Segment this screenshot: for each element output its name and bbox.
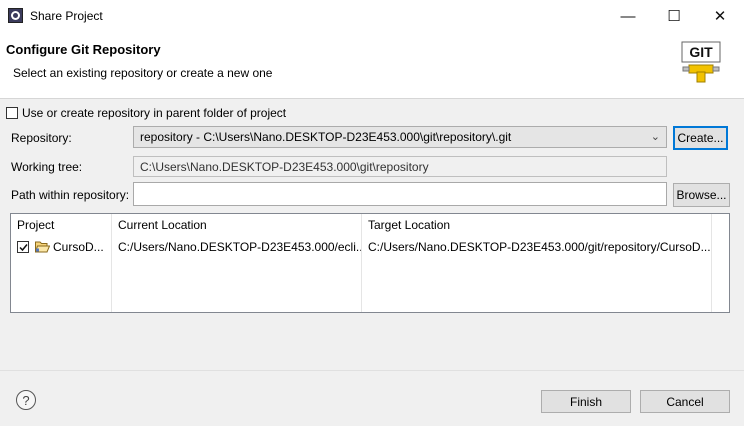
chevron-down-icon: ⌄ — [650, 131, 660, 143]
path-input[interactable] — [133, 182, 667, 206]
close-icon: ✕ — [713, 8, 727, 25]
help-glyph: ? — [22, 392, 30, 408]
maximize-button[interactable]: ☐ — [651, 0, 697, 32]
minimize-icon: — — [620, 7, 636, 25]
parent-folder-checkbox[interactable] — [6, 107, 18, 119]
page-subtitle: Select an existing repository or create … — [13, 66, 273, 80]
projects-table: Project Current Location Target Location… — [10, 213, 730, 313]
wizard-header: Configure Git Repository Select an exist… — [0, 32, 744, 99]
window-title: Share Project — [30, 9, 103, 23]
finish-button[interactable]: Finish — [541, 390, 631, 413]
page-title: Configure Git Repository — [6, 42, 161, 57]
working-tree-field: C:\Users\Nano.DESKTOP-D23E453.000\git\re… — [133, 156, 667, 177]
column-divider[interactable] — [111, 214, 112, 312]
repository-select-value: repository - C:\Users\Nano.DESKTOP-D23E4… — [140, 130, 512, 144]
working-tree-label: Working tree: — [11, 160, 83, 174]
parent-folder-label: Use or create repository in parent folde… — [22, 106, 287, 120]
repository-label: Repository: — [11, 131, 72, 145]
git-logo-icon: GIT — [681, 41, 721, 83]
column-header-current-location[interactable]: Current Location — [112, 214, 361, 236]
project-name-cell: CursoD... — [53, 240, 104, 254]
help-icon[interactable]: ? — [16, 390, 36, 410]
browse-button[interactable]: Browse... — [673, 183, 730, 207]
row-checkbox[interactable] — [17, 241, 29, 253]
column-divider[interactable] — [361, 214, 362, 312]
close-button[interactable]: ✕ — [697, 0, 743, 32]
maximize-icon: ☐ — [667, 8, 681, 25]
target-location-cell: C:/Users/Nano.DESKTOP-D23E453.000/git/re… — [368, 240, 710, 254]
column-header-target-location[interactable]: Target Location — [362, 214, 710, 236]
repository-select[interactable]: repository - C:\Users\Nano.DESKTOP-D23E4… — [133, 126, 667, 148]
working-tree-value: C:\Users\Nano.DESKTOP-D23E453.000\git\re… — [140, 159, 429, 174]
footer-divider — [0, 370, 744, 371]
eclipse-app-icon — [8, 8, 23, 23]
table-row[interactable]: CursoD... C:/Users/Nano.DESKTOP-D23E453.… — [11, 236, 729, 258]
create-button[interactable]: Create... — [673, 126, 728, 150]
path-label: Path within repository: — [11, 188, 130, 202]
current-location-cell: C:/Users/Nano.DESKTOP-D23E453.000/ecli..… — [118, 240, 361, 254]
title-bar: Share Project — ☐ ✕ — [0, 0, 744, 32]
minimize-button[interactable]: — — [605, 0, 651, 32]
checkmark-icon — [19, 244, 28, 252]
cancel-button[interactable]: Cancel — [640, 390, 730, 413]
column-header-project[interactable]: Project — [11, 214, 111, 236]
git-logo-text: GIT — [689, 44, 713, 60]
column-divider[interactable] — [711, 214, 712, 312]
